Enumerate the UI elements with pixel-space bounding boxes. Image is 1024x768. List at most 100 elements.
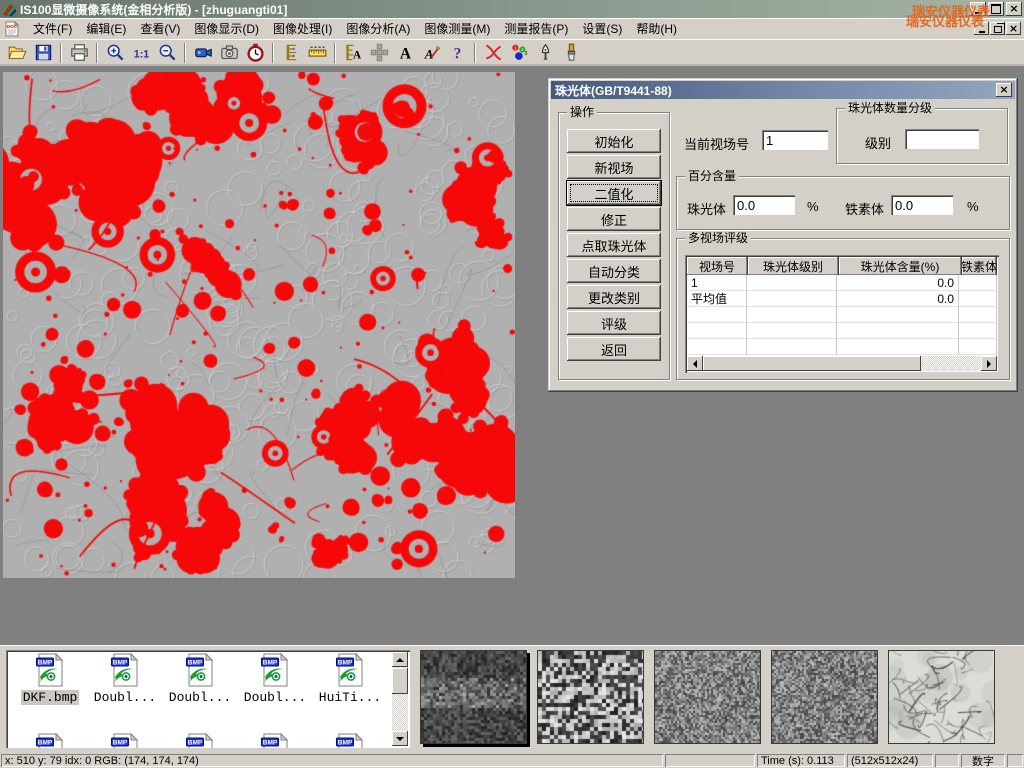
table-row-empty[interactable] (687, 307, 997, 323)
text-button[interactable]: A (392, 41, 418, 65)
title-bar[interactable]: IS100显微摄像系统(金相分析版) - [zhuguangti01] × (0, 0, 1024, 18)
image-thumbnail-5[interactable] (888, 650, 995, 744)
file-item-partial[interactable]: BMP (14, 733, 86, 748)
grade-input[interactable] (905, 129, 979, 149)
menu-item-3[interactable]: 查看(V) (133, 17, 187, 40)
toolbar-separator (60, 43, 62, 63)
ruler-button[interactable] (304, 41, 330, 65)
op-button-5[interactable]: 点取珠光体 (567, 233, 661, 257)
actual-size-button[interactable]: 1:1 (128, 41, 154, 65)
zoom-out-button[interactable] (154, 41, 180, 65)
menu-item-10[interactable]: 帮助(H) (629, 17, 684, 40)
file-item[interactable]: BMPDoubl... (239, 653, 311, 705)
file-list-scrollbar[interactable] (392, 652, 408, 746)
op-button-8[interactable]: 评级 (567, 311, 661, 335)
pearlite-percent-input[interactable] (733, 195, 795, 215)
op-button-2[interactable]: 新视场 (567, 155, 661, 179)
zoom-in-icon (106, 43, 125, 62)
table-column-header-3[interactable]: 珠光体含量(%) (839, 257, 962, 275)
menu-item-2[interactable]: 编辑(E) (79, 17, 133, 40)
pick-pen-button[interactable] (532, 41, 558, 65)
table-cell (747, 339, 837, 355)
op-button-1[interactable]: 初始化 (567, 129, 661, 153)
menu-item-6[interactable]: 图像分析(A) (339, 17, 417, 40)
scrollbar-thumb[interactable] (703, 356, 921, 371)
dialog-title-bar[interactable]: 珠光体(GB/T9441-88) × (551, 81, 1015, 99)
op-button-4[interactable]: 修正 (567, 207, 661, 231)
table-cell (837, 323, 959, 339)
current-field-input[interactable] (762, 130, 828, 150)
binarized-metallograph-image[interactable] (3, 72, 515, 578)
video-camera-button[interactable] (190, 41, 216, 65)
op-button-6[interactable]: 自动分类 (567, 259, 661, 283)
grid-button[interactable] (366, 41, 392, 65)
table-row-empty[interactable] (687, 339, 997, 355)
help-icon: ? (448, 43, 467, 62)
open-button[interactable] (4, 41, 30, 65)
table-horizontal-scrollbar[interactable] (687, 356, 997, 371)
image-thumbnail-1[interactable] (420, 650, 527, 744)
curve-tool-icon (484, 43, 503, 62)
mdi-minimize-button[interactable] (974, 22, 989, 35)
timer-button[interactable] (242, 41, 268, 65)
svg-text:BMP: BMP (113, 740, 128, 747)
table-row-empty[interactable] (687, 323, 997, 339)
op-button-9[interactable]: 返回 (567, 337, 661, 361)
svg-text:BMP: BMP (263, 740, 278, 747)
file-scrollbar-thumb[interactable] (392, 668, 408, 694)
mdi-minimize-icon (979, 24, 985, 33)
file-item[interactable]: BMPDoubl... (164, 653, 236, 705)
op-button-7[interactable]: 更改类别 (567, 285, 661, 309)
table-column-header-1[interactable]: 视场号 (687, 257, 748, 275)
image-thumbnail-3[interactable] (654, 650, 761, 744)
brush-button[interactable] (558, 41, 584, 65)
dialog-close-button[interactable]: × (996, 83, 1012, 97)
menu-item-5[interactable]: 图像处理(I) (266, 17, 339, 40)
save-button[interactable] (30, 41, 56, 65)
file-item-partial[interactable]: BMP (164, 733, 236, 748)
menu-item-4[interactable]: 图像显示(D) (187, 17, 266, 40)
file-item-partial[interactable]: BMP (314, 733, 386, 748)
file-item-partial[interactable]: BMP (89, 733, 161, 748)
scroll-down-button[interactable] (392, 731, 408, 746)
curve-tool-button[interactable] (480, 41, 506, 65)
close-button[interactable]: × (1006, 2, 1022, 16)
minimize-button[interactable] (970, 2, 986, 16)
annotate-button[interactable]: A (418, 41, 444, 65)
capture-button[interactable] (216, 41, 242, 65)
thumbnail-strip (420, 650, 1005, 745)
menu-item-1[interactable]: 文件(F) (26, 17, 79, 40)
status-spacer-2 (935, 754, 959, 767)
table-column-header-4[interactable]: 铁素体 (962, 257, 997, 275)
print-button[interactable] (66, 41, 92, 65)
caliper-button[interactable] (278, 41, 304, 65)
menu-item-7[interactable]: 图像测量(M) (417, 17, 497, 40)
maximize-button[interactable] (988, 2, 1004, 16)
scroll-left-button[interactable] (687, 356, 703, 371)
file-item[interactable]: BMPHuiTi... (314, 653, 386, 705)
zoom-in-button[interactable] (102, 41, 128, 65)
menu-item-8[interactable]: 测量报告(P) (497, 17, 575, 40)
file-item[interactable]: BMPDoubl... (89, 653, 161, 705)
help-button[interactable]: ? (444, 41, 470, 65)
mdi-restore-button[interactable] (990, 22, 1005, 35)
file-item-partial[interactable]: BMP (239, 733, 311, 748)
scroll-up-button[interactable] (392, 652, 408, 667)
table-row[interactable]: 平均值0.0 (687, 291, 997, 307)
image-thumbnail-2[interactable] (537, 650, 644, 744)
menu-bar: DOC 文件(F)编辑(E)查看(V)图像显示(D)图像处理(I)图像分析(A)… (0, 18, 1024, 39)
grade-group: 珠光体数量分级 级别 (836, 108, 1008, 164)
op-button-3[interactable]: 二值化 (567, 181, 661, 205)
table-cell: 平均值 (687, 291, 747, 307)
measure-text-button[interactable]: A (340, 41, 366, 65)
file-name: DKF.bmp (21, 690, 80, 705)
mdi-close-button[interactable]: × (1006, 22, 1021, 35)
table-row[interactable]: 10.0 (687, 275, 997, 291)
ferrite-percent-input[interactable] (891, 195, 953, 215)
table-column-header-2[interactable]: 珠光体级别 (748, 257, 839, 275)
image-thumbnail-4[interactable] (771, 650, 878, 744)
classify-button[interactable]: 123 (506, 41, 532, 65)
menu-item-9[interactable]: 设置(S) (575, 17, 629, 40)
file-item[interactable]: BMPDKF.bmp (14, 653, 86, 705)
scroll-right-button[interactable] (981, 356, 997, 371)
